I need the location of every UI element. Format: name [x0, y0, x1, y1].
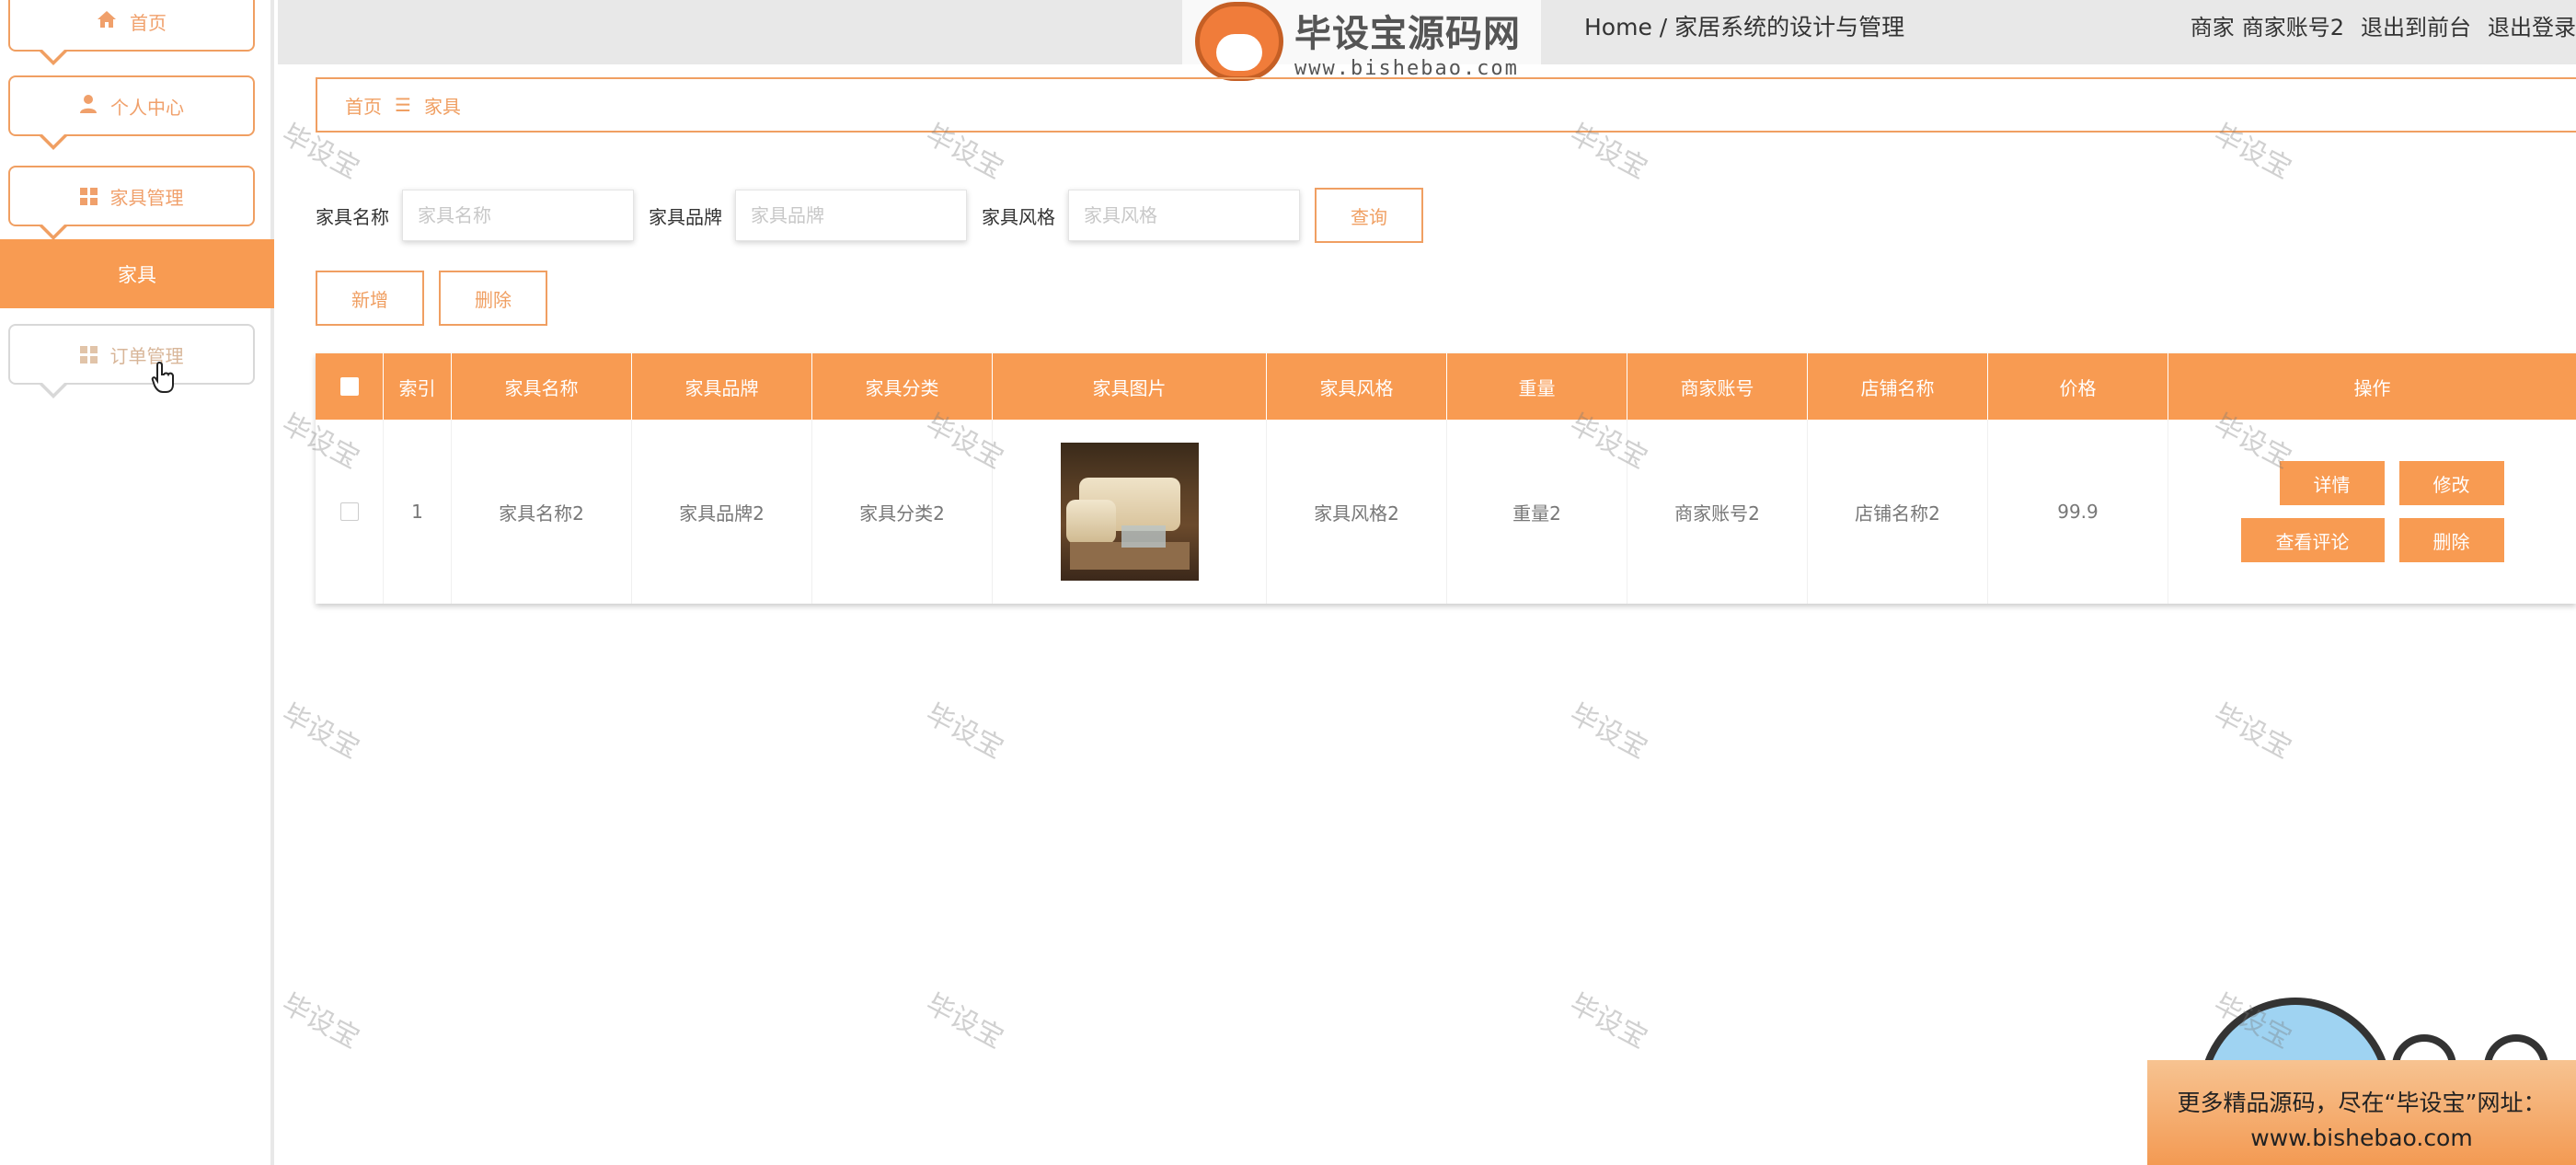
- user-role: 商家: [2190, 15, 2235, 40]
- column-header: 店铺名称: [1808, 353, 1988, 420]
- watermark-text: 毕设宝: [1564, 987, 1653, 1055]
- watermark-text: 毕设宝: [920, 987, 1009, 1055]
- furniture-brand-input[interactable]: [735, 190, 967, 241]
- user-icon: [79, 94, 98, 119]
- detail-button[interactable]: 详情: [2279, 461, 2385, 505]
- delete-row-button[interactable]: 删除: [2398, 518, 2504, 562]
- furniture-name-label: 家具名称: [316, 205, 389, 228]
- promo-banner[interactable]: 更多精品源码，尽在“毕设宝”网址： www.bishebao.com: [2147, 1060, 2576, 1165]
- column-header: 价格: [1988, 353, 2168, 420]
- cell-image: [993, 420, 1267, 604]
- home-icon: [97, 10, 117, 33]
- sidebar-item-label: 家具管理: [109, 186, 184, 209]
- grid-icon: [79, 345, 98, 363]
- watermark-text: 毕设宝: [276, 987, 365, 1055]
- search-bar: 家具名称 家具品牌 家具风格 查询: [316, 186, 1423, 245]
- watermark-text: 毕设宝: [1564, 698, 1653, 766]
- cell-price: 99.9: [1988, 420, 2168, 604]
- column-header: 家具图片: [993, 353, 1267, 420]
- select-all-checkbox[interactable]: [339, 377, 359, 396]
- user-name: 商家账号2: [2241, 15, 2344, 40]
- action-bar: 新增 删除: [316, 271, 547, 326]
- column-header: 家具分类: [812, 353, 993, 420]
- column-header: 家具品牌: [632, 353, 812, 420]
- row-checkbox[interactable]: [339, 502, 359, 521]
- table-header: 索引 家具名称 家具品牌 家具分类 家具图片 家具风格 重量 商家账号 店铺名称…: [316, 353, 2576, 420]
- hand-cursor-icon: [151, 361, 174, 393]
- table-row: 1 家具名称2 家具品牌2 家具分类2 家具风格2 重量2 商家账号2 店铺名称…: [316, 420, 2576, 604]
- user-menu: 商家 商家账号2 退出到前台 退出登录: [2191, 9, 2576, 41]
- furniture-name-input[interactable]: [402, 190, 634, 241]
- logo-badge-icon: [1195, 2, 1283, 81]
- cell-merchant: 商家账号2: [1627, 420, 1808, 604]
- watermark-text: 毕设宝: [2208, 698, 2297, 766]
- breadcrumb: 首页 ☰ 家具: [316, 77, 2576, 133]
- sidebar: 首页 个人中心 家具管理 家具 订单管理: [0, 0, 274, 1165]
- furniture-table: 索引 家具名称 家具品牌 家具分类 家具图片 家具风格 重量 商家账号 店铺名称…: [316, 353, 2576, 604]
- add-button[interactable]: 新增: [316, 271, 424, 326]
- app-title: Home / 家居系统的设计与管理: [1584, 14, 1905, 40]
- sidebar-item-label: 个人中心: [110, 96, 184, 119]
- breadcrumb-separator-icon: ☰: [395, 94, 411, 116]
- sidebar-item-furniture-management[interactable]: 家具管理: [8, 166, 255, 240]
- breadcrumb-home[interactable]: 首页: [345, 92, 382, 119]
- column-header: 家具风格: [1267, 353, 1447, 420]
- cell-category: 家具分类2: [812, 420, 993, 604]
- site-logo-watermark: 毕设宝源码网 www.bishebao.com: [1182, 0, 1541, 83]
- breadcrumb-current: 家具: [423, 95, 461, 118]
- cell-style: 家具风格2: [1267, 420, 1447, 604]
- watermark-text: 毕设宝: [920, 698, 1009, 766]
- exit-to-front-link[interactable]: 退出到前台: [2361, 9, 2471, 41]
- view-comments-button[interactable]: 查看评论: [2240, 518, 2385, 562]
- promo-line-1: 更多精品源码，尽在“毕设宝”网址：: [2177, 1090, 2547, 1116]
- column-header: 重量: [1447, 353, 1627, 420]
- cell-operations: 详情 修改 查看评论 删除: [2168, 420, 2576, 604]
- sidebar-subitem-furniture[interactable]: 家具: [0, 239, 274, 308]
- furniture-brand-label: 家具品牌: [649, 205, 722, 228]
- logo-site-url: www.bishebao.com: [1294, 56, 1519, 80]
- column-header: 家具名称: [452, 353, 632, 420]
- logout-link[interactable]: 退出登录: [2488, 9, 2576, 41]
- grid-icon: [79, 187, 98, 205]
- column-header: 索引: [384, 353, 452, 420]
- watermark-text: 毕设宝: [276, 698, 365, 766]
- column-header: 操作: [2353, 376, 2391, 399]
- batch-delete-button[interactable]: 删除: [439, 271, 547, 326]
- cell-brand: 家具品牌2: [632, 420, 812, 604]
- sidebar-item-order-management[interactable]: 订单管理: [8, 324, 255, 398]
- query-button[interactable]: 查询: [1315, 188, 1423, 243]
- select-all-cell: [316, 353, 384, 420]
- sidebar-item-home[interactable]: 首页: [8, 0, 255, 65]
- cell-index: 1: [384, 420, 452, 604]
- cell-weight: 重量2: [1447, 420, 1627, 604]
- cell-shop: 店铺名称2: [1808, 420, 1988, 604]
- furniture-photo[interactable]: [1060, 443, 1199, 581]
- row-select-cell: [316, 420, 384, 604]
- furniture-style-input[interactable]: [1068, 190, 1300, 241]
- sidebar-subitem-label: 家具: [118, 263, 156, 286]
- furniture-style-label: 家具风格: [982, 205, 1055, 228]
- column-header: 商家账号: [1627, 353, 1808, 420]
- promo-line-2: www.bishebao.com: [2250, 1125, 2473, 1151]
- edit-button[interactable]: 修改: [2398, 461, 2504, 505]
- sidebar-item-label: 首页: [130, 11, 167, 34]
- cell-name: 家具名称2: [452, 420, 632, 604]
- sidebar-item-profile[interactable]: 个人中心: [8, 75, 255, 150]
- logo-site-name: 毕设宝源码网: [1294, 12, 1521, 55]
